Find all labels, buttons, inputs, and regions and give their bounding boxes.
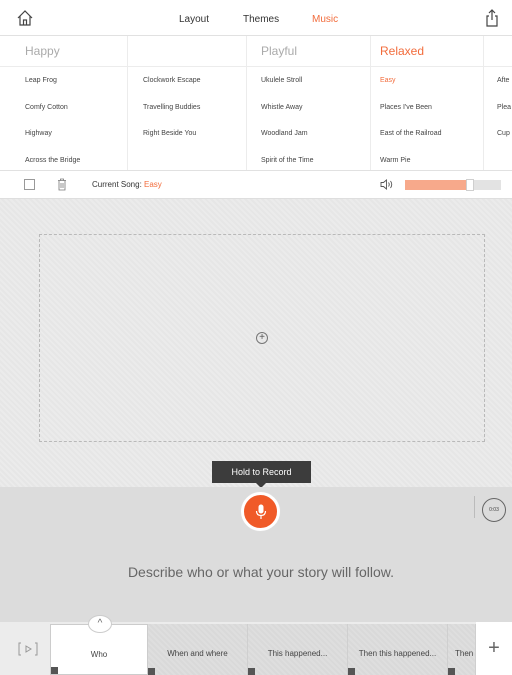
song-item[interactable]: Travelling Buddies — [143, 104, 200, 111]
song-item[interactable]: Woodland Jam — [261, 130, 308, 137]
song-item[interactable]: Right Beside You — [143, 130, 196, 137]
song-item[interactable]: Places I've Been — [380, 104, 432, 111]
scene-card-when-and-where[interactable]: When and where — [148, 624, 248, 675]
scene-number-badge — [148, 668, 155, 675]
volume-slider[interactable] — [405, 179, 501, 191]
song-item[interactable]: Plea — [497, 104, 511, 111]
scene-strip: ^ Who When and where This happened... Th… — [0, 615, 512, 675]
scene-number-badge — [248, 668, 255, 675]
story-canvas: + Hold to Record — [0, 199, 512, 488]
home-icon[interactable] — [16, 9, 34, 27]
song-item[interactable]: Across the Bridge — [25, 157, 80, 164]
volume-icon[interactable] — [380, 178, 394, 191]
select-checkbox[interactable] — [24, 179, 35, 190]
scene-title: This happened... — [267, 649, 328, 658]
song-item[interactable]: Clockwork Escape — [143, 77, 201, 84]
scene-title: Who — [90, 650, 108, 659]
song-item[interactable]: Afte — [497, 77, 509, 84]
record-button[interactable] — [241, 492, 280, 531]
tab-layout[interactable]: Layout — [179, 14, 209, 25]
microphone-icon — [255, 504, 267, 519]
song-item[interactable]: Comfy Cotton — [25, 104, 68, 111]
add-media-icon[interactable]: + — [256, 332, 268, 344]
volume-knob[interactable] — [466, 179, 474, 191]
record-area: 0:03 Describe who or what your story wil… — [0, 487, 512, 622]
song-item[interactable]: Warm Pie — [380, 157, 410, 164]
divider — [474, 496, 475, 518]
song-item[interactable]: East of the Railroad — [380, 130, 441, 137]
category-relaxed[interactable]: Relaxed — [380, 44, 424, 58]
volume-fill — [405, 180, 466, 190]
share-icon[interactable] — [484, 8, 500, 28]
scene-card-then[interactable]: Then — [448, 624, 476, 675]
song-item[interactable]: Cup — [497, 130, 510, 137]
media-placeholder-frame[interactable]: + — [39, 234, 485, 442]
scene-card-this-happened[interactable]: This happened... — [248, 624, 348, 675]
preview-play-icon[interactable] — [18, 642, 38, 656]
song-item[interactable]: Leap Frog — [25, 77, 57, 84]
trash-icon[interactable] — [57, 178, 67, 191]
top-nav: Layout Themes Music — [0, 0, 512, 36]
music-panel: Happy Playful Relaxed Leap Frog Comfy Co… — [0, 36, 512, 171]
song-item[interactable]: Ukulele Stroll — [261, 77, 302, 84]
song-item-selected[interactable]: Easy — [380, 77, 396, 84]
record-tooltip: Hold to Record — [212, 461, 311, 488]
scene-prompt: Describe who or what your story will fol… — [127, 564, 395, 580]
scene-card-who[interactable]: ^ Who — [50, 615, 148, 675]
scene-title: Then this happened... — [358, 649, 437, 658]
song-item[interactable]: Spirit of the Time — [261, 157, 314, 164]
category-happy[interactable]: Happy — [25, 44, 60, 58]
add-scene-button[interactable]: + — [476, 622, 512, 675]
recording-timer: 0:03 — [482, 498, 506, 522]
scene-card-then-this-happened[interactable]: Then this happened... — [348, 624, 448, 675]
current-song-bar: Current Song: Easy — [0, 171, 512, 199]
scene-number-badge — [51, 667, 58, 674]
tab-themes[interactable]: Themes — [243, 14, 279, 25]
scene-number-badge — [448, 668, 455, 675]
scene-number-badge — [348, 668, 355, 675]
divider — [0, 66, 512, 67]
song-item[interactable]: Highway — [25, 130, 52, 137]
current-song-value: Easy — [144, 180, 162, 189]
chevron-up-icon[interactable]: ^ — [88, 615, 112, 633]
song-item[interactable]: Whistle Away — [261, 104, 303, 111]
category-playful[interactable]: Playful — [261, 44, 297, 58]
tab-music[interactable]: Music — [312, 14, 338, 25]
current-song-label: Current Song: — [92, 180, 142, 189]
scene-title: When and where — [167, 649, 228, 658]
